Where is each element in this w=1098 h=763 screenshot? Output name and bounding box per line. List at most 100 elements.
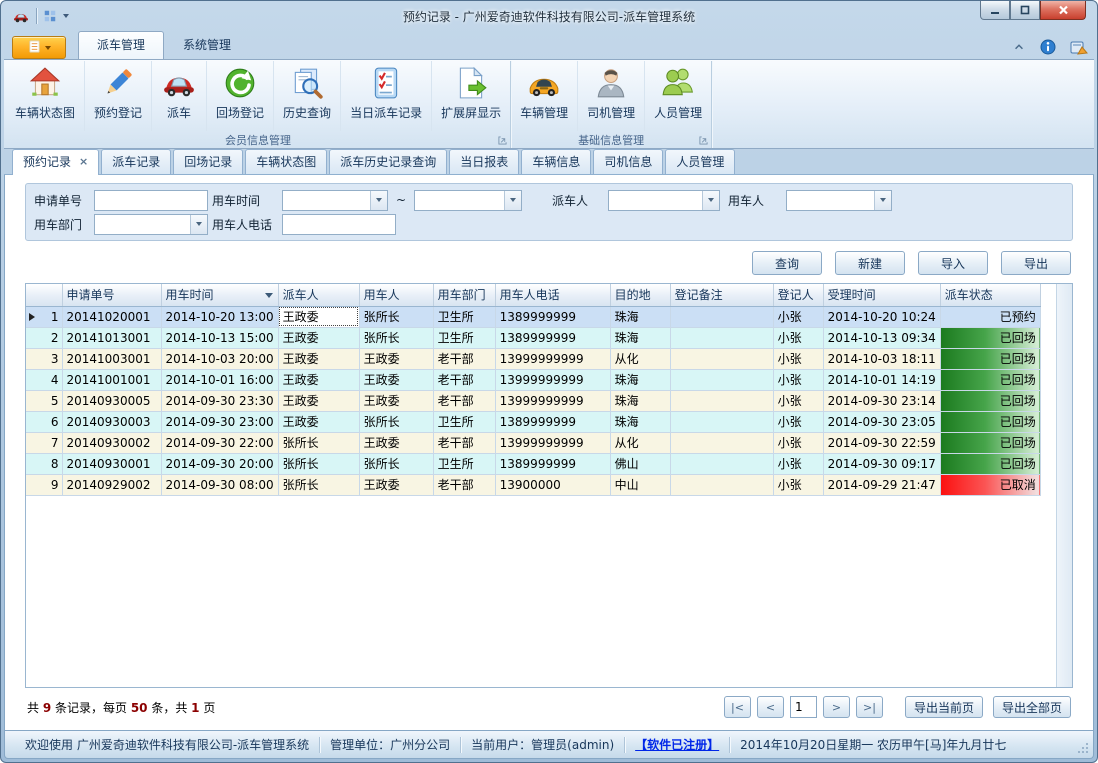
cell-registrar[interactable]: 小张 — [773, 348, 823, 369]
doc-tab-车辆状态图[interactable]: 车辆状态图 — [245, 149, 327, 174]
sort-arrow-icon[interactable] — [265, 293, 273, 298]
export-all-pages-button[interactable]: 导出全部页 — [993, 696, 1071, 718]
cell-request_no[interactable]: 20140930003 — [62, 411, 161, 432]
column-header-selector[interactable] — [26, 284, 62, 306]
cell-user[interactable]: 张所长 — [359, 306, 433, 327]
use-time-to-combo[interactable] — [414, 190, 522, 211]
cell-destination[interactable]: 从化 — [610, 348, 670, 369]
cell-dispatcher[interactable]: 王政委 — [278, 369, 359, 390]
ribbon-tab-派车管理[interactable]: 派车管理 — [78, 31, 164, 59]
cell-remark[interactable] — [670, 348, 773, 369]
user-combo[interactable] — [786, 190, 892, 211]
cell-use_time[interactable]: 2014-09-30 20:00 — [161, 453, 278, 474]
cell-destination[interactable]: 珠海 — [610, 327, 670, 348]
close-tab-icon[interactable]: × — [79, 155, 88, 168]
doc-tab-车辆信息[interactable]: 车辆信息 — [521, 149, 591, 174]
cell-request_no[interactable]: 20141020001 — [62, 306, 161, 327]
cell-remark[interactable] — [670, 432, 773, 453]
cell-remark[interactable] — [670, 327, 773, 348]
cell-accept_time[interactable]: 2014-10-20 10:24 — [823, 306, 940, 327]
cell-accept_time[interactable]: 2014-09-30 23:05 — [823, 411, 940, 432]
combo-arrow-icon[interactable] — [702, 191, 719, 210]
ribbon-tab-系统管理[interactable]: 系统管理 — [164, 31, 250, 59]
cell-phone[interactable]: 13999999999 — [495, 432, 610, 453]
ribbon-button-历史查询[interactable]: 历史查询 — [274, 61, 341, 131]
cell-accept_time[interactable]: 2014-09-30 09:17 — [823, 453, 940, 474]
cell-request_no[interactable]: 20140930002 — [62, 432, 161, 453]
column-header-目的地[interactable]: 目的地 — [610, 284, 670, 306]
close-button[interactable] — [1040, 1, 1086, 20]
cell-use_time[interactable]: 2014-10-13 15:00 — [161, 327, 278, 348]
table-row[interactable]: 6201409300032014-09-30 23:00王政委张所长卫生所138… — [26, 411, 1040, 432]
cell-user[interactable]: 张所长 — [359, 453, 433, 474]
cell-phone[interactable]: 1389999999 — [495, 327, 610, 348]
cell-department[interactable]: 老干部 — [433, 432, 495, 453]
maximize-button[interactable] — [1010, 1, 1040, 20]
row-selector-cell[interactable]: 7 — [26, 432, 62, 453]
cell-department[interactable]: 老干部 — [433, 348, 495, 369]
resize-grip-icon[interactable] — [1077, 742, 1089, 754]
cell-phone[interactable]: 13900000 — [495, 474, 610, 495]
column-header-用车部门[interactable]: 用车部门 — [433, 284, 495, 306]
registration-link[interactable]: 【软件已注册】 — [625, 736, 729, 753]
cell-use_time[interactable]: 2014-09-30 23:00 — [161, 411, 278, 432]
cell-status[interactable]: 已回场 — [940, 327, 1040, 348]
cell-user[interactable]: 王政委 — [359, 348, 433, 369]
cell-registrar[interactable]: 小张 — [773, 369, 823, 390]
prev-page-button[interactable]: < — [757, 696, 784, 718]
cell-department[interactable]: 老干部 — [433, 369, 495, 390]
cell-registrar[interactable]: 小张 — [773, 411, 823, 432]
cell-remark[interactable] — [670, 369, 773, 390]
ribbon-button-回场登记[interactable]: 回场登记 — [207, 61, 274, 131]
combo-arrow-icon[interactable] — [874, 191, 891, 210]
ribbon-button-车辆状态图[interactable]: 车辆状态图 — [6, 61, 85, 131]
cell-phone[interactable]: 13999999999 — [495, 348, 610, 369]
cell-request_no[interactable]: 20141013001 — [62, 327, 161, 348]
table-row[interactable]: 4201410010012014-10-01 16:00王政委王政委老干部139… — [26, 369, 1040, 390]
cell-user[interactable]: 王政委 — [359, 474, 433, 495]
cell-dispatcher[interactable]: 王政委 — [278, 411, 359, 432]
cell-department[interactable]: 卫生所 — [433, 411, 495, 432]
table-row[interactable]: 8201409300012014-09-30 20:00张所长张所长卫生所138… — [26, 453, 1040, 474]
cell-user[interactable]: 张所长 — [359, 411, 433, 432]
layout-grid-icon[interactable] — [43, 9, 57, 23]
dispatcher-combo[interactable] — [608, 190, 720, 211]
cell-accept_time[interactable]: 2014-09-30 23:14 — [823, 390, 940, 411]
cell-request_no[interactable]: 20140929002 — [62, 474, 161, 495]
minimize-button[interactable] — [980, 1, 1010, 20]
cell-remark[interactable] — [670, 453, 773, 474]
cell-use_time[interactable]: 2014-09-30 22:00 — [161, 432, 278, 453]
ribbon-button-车辆管理[interactable]: 车辆管理 — [511, 61, 578, 131]
vertical-scrollbar[interactable] — [1056, 284, 1072, 687]
cell-registrar[interactable]: 小张 — [773, 432, 823, 453]
cell-department[interactable]: 老干部 — [433, 474, 495, 495]
column-header-派车状态[interactable]: 派车状态 — [940, 284, 1040, 306]
row-selector-cell[interactable]: 8 — [26, 453, 62, 474]
column-header-派车人[interactable]: 派车人 — [278, 284, 359, 306]
cell-request_no[interactable]: 20141003001 — [62, 348, 161, 369]
cell-user[interactable]: 王政委 — [359, 369, 433, 390]
cell-accept_time[interactable]: 2014-09-30 22:59 — [823, 432, 940, 453]
cell-department[interactable]: 卫生所 — [433, 453, 495, 474]
cell-use_time[interactable]: 2014-09-30 23:30 — [161, 390, 278, 411]
table-row[interactable]: 7201409300022014-09-30 22:00张所长王政委老干部139… — [26, 432, 1040, 453]
cell-registrar[interactable]: 小张 — [773, 390, 823, 411]
import-button[interactable]: 导入 — [918, 251, 988, 275]
cell-request_no[interactable]: 20141001001 — [62, 369, 161, 390]
cell-use_time[interactable]: 2014-10-01 16:00 — [161, 369, 278, 390]
cell-request_no[interactable]: 20140930001 — [62, 453, 161, 474]
cell-accept_time[interactable]: 2014-10-03 18:11 — [823, 348, 940, 369]
column-header-受理时间[interactable]: 受理时间 — [823, 284, 940, 306]
cell-accept_time[interactable]: 2014-10-01 14:19 — [823, 369, 940, 390]
table-row[interactable]: 3201410030012014-10-03 20:00王政委王政委老干部139… — [26, 348, 1040, 369]
doc-tab-人员管理[interactable]: 人员管理 — [665, 149, 735, 174]
department-combo[interactable] — [94, 214, 208, 235]
ribbon-button-司机管理[interactable]: 司机管理 — [578, 61, 645, 131]
ribbon-button-当日派车记录[interactable]: 当日派车记录 — [341, 61, 432, 131]
cell-department[interactable]: 卫生所 — [433, 306, 495, 327]
column-header-用车时间[interactable]: 用车时间 — [161, 284, 278, 306]
cell-remark[interactable] — [670, 306, 773, 327]
use-time-from-combo[interactable] — [282, 190, 388, 211]
doc-tab-回场记录[interactable]: 回场记录 — [173, 149, 243, 174]
cell-use_time[interactable]: 2014-10-20 13:00 — [161, 306, 278, 327]
